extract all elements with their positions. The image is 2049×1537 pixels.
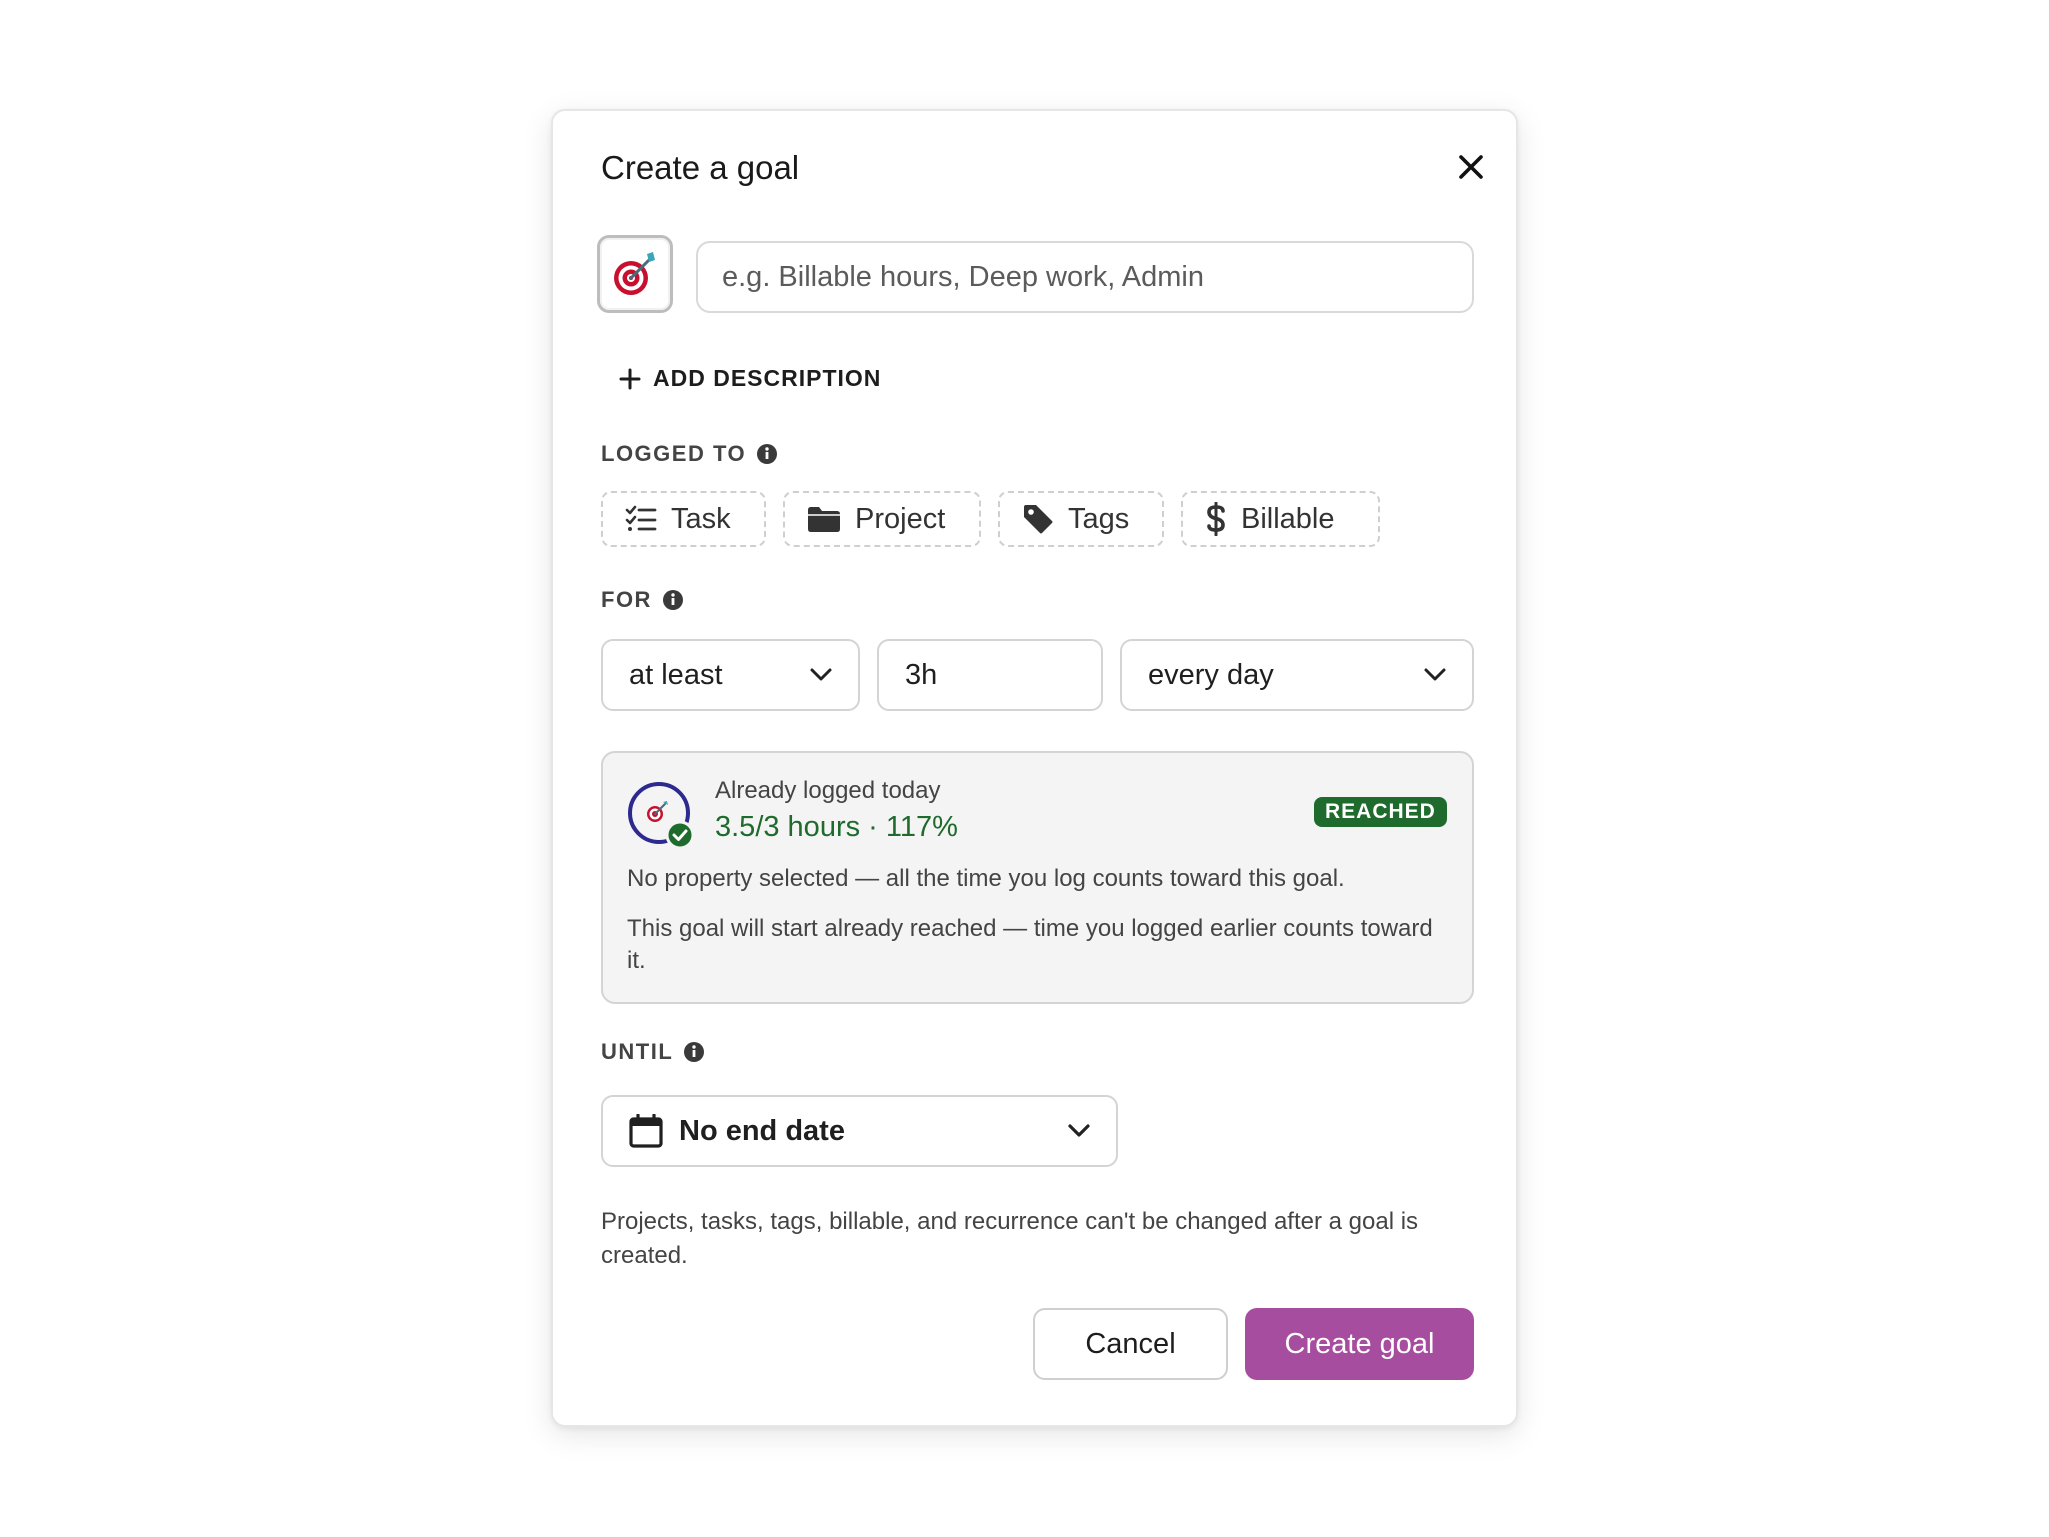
tags-chip-label: Tags — [1068, 502, 1130, 535]
info-icon[interactable] — [756, 443, 778, 465]
chevron-down-icon — [1068, 1124, 1090, 1137]
add-description-button[interactable]: ADD DESCRIPTION — [619, 365, 881, 392]
end-date-content: No end date — [629, 1114, 845, 1148]
info-icon[interactable] — [683, 1041, 705, 1063]
logged-to-task-chip[interactable]: Task — [601, 491, 766, 547]
recurrence-select[interactable]: every day — [1120, 639, 1474, 711]
for-text: FOR — [601, 587, 652, 612]
close-button[interactable] — [1453, 149, 1489, 185]
direct-hit-target-icon — [614, 252, 655, 295]
logged-to-tags-chip[interactable]: Tags — [998, 491, 1164, 547]
task-list-icon — [625, 505, 657, 531]
dialog-title: Create a goal — [601, 149, 800, 186]
close-icon — [1459, 155, 1483, 179]
chevron-down-icon — [1424, 668, 1446, 681]
progress-ring — [627, 781, 697, 851]
footer-note: Projects, tasks, tags, billable, and rec… — [601, 1208, 1419, 1269]
progress-value: 3.5/3 hours · 117% — [715, 811, 958, 843]
plus-icon — [619, 368, 641, 389]
recurrence-value: every day — [1148, 658, 1274, 691]
status-badge: REACHED — [1314, 797, 1447, 827]
info-icon[interactable] — [662, 589, 684, 611]
logged-to-text: LOGGED TO — [601, 441, 747, 466]
create-goal-button[interactable]: Create goal — [1245, 1308, 1474, 1380]
emoji-picker-button[interactable] — [597, 235, 673, 313]
until-text: UNTIL — [601, 1039, 674, 1064]
progress-note-2: This goal will start already reached — t… — [627, 915, 1433, 974]
goal-progress-panel: Already logged today 3.5/3 hours · 117% … — [601, 751, 1474, 1004]
dollar-icon — [1207, 502, 1225, 536]
chevron-down-icon — [810, 668, 832, 681]
operator-select[interactable]: at least — [601, 639, 860, 711]
project-chip-label: Project — [855, 502, 946, 535]
calendar-icon — [629, 1114, 663, 1148]
logged-to-label: LOGGED TO — [601, 441, 778, 467]
cancel-button[interactable]: Cancel — [1033, 1308, 1228, 1380]
progress-ring-icon — [628, 782, 695, 850]
logged-to-project-chip[interactable]: Project — [783, 491, 981, 547]
until-label: UNTIL — [601, 1039, 705, 1065]
folder-icon — [808, 507, 840, 532]
operator-value: at least — [629, 658, 723, 691]
goal-name-input[interactable] — [696, 241, 1474, 313]
end-date-select[interactable]: No end date — [601, 1095, 1118, 1167]
logged-to-billable-chip[interactable]: Billable — [1181, 491, 1380, 547]
progress-heading: Already logged today — [715, 777, 941, 804]
for-label: FOR — [601, 587, 684, 613]
add-description-label: ADD DESCRIPTION — [653, 365, 882, 391]
billable-chip-label: Billable — [1241, 502, 1335, 535]
end-date-value: No end date — [679, 1114, 845, 1147]
create-goal-dialog: Create a goal ADD DESCRIPTION LOGGED TO — [551, 109, 1518, 1427]
task-chip-label: Task — [671, 502, 731, 535]
tag-icon — [1024, 505, 1053, 534]
progress-note-1: No property selected — all the time you … — [627, 865, 1345, 892]
amount-input[interactable]: 3h — [877, 639, 1103, 711]
amount-value: 3h — [905, 658, 938, 691]
